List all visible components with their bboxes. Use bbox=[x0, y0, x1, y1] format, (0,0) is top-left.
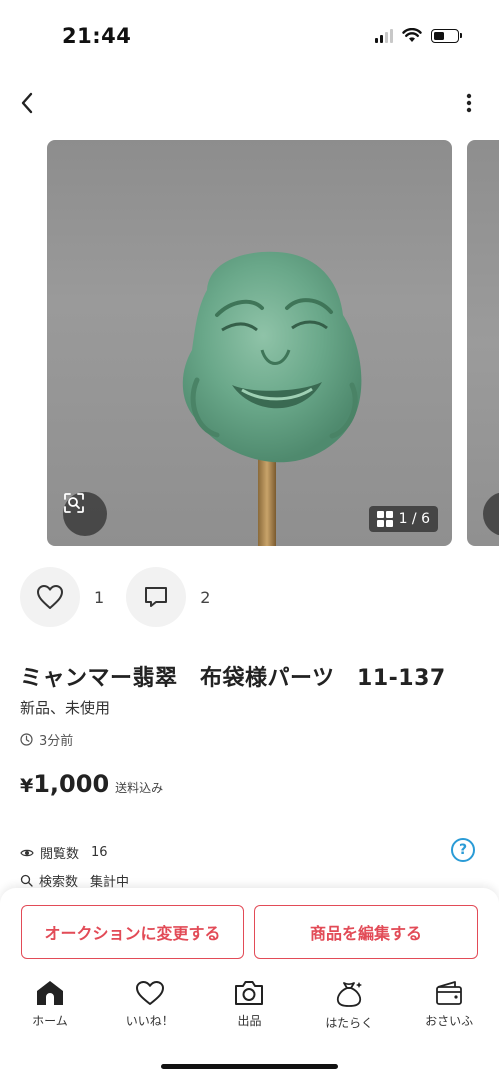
home-indicator bbox=[161, 1064, 338, 1069]
price-currency: ¥ bbox=[20, 775, 34, 797]
eye-icon bbox=[20, 849, 34, 856]
heart-icon bbox=[135, 981, 164, 1005]
cellular-signal-icon bbox=[375, 28, 393, 43]
tab-home-label: ホーム bbox=[32, 1014, 68, 1028]
product-photo[interactable]: 1 / 6 bbox=[47, 140, 452, 546]
nav-bar bbox=[0, 80, 499, 126]
views-value: 16 bbox=[91, 845, 108, 860]
change-to-auction-button[interactable]: オークションに変更する bbox=[21, 905, 244, 959]
chevron-left-icon bbox=[21, 92, 33, 114]
tab-bar: ホーム いいね！ 出品 はたらく おさいふ bbox=[0, 978, 499, 1038]
tab-sell[interactable]: 出品 bbox=[200, 978, 300, 1038]
image-counter: 1 / 6 bbox=[368, 506, 438, 532]
next-image-zoom-button bbox=[483, 492, 499, 536]
image-counter-text: 1 / 6 bbox=[398, 511, 430, 527]
price-value: 1,000 bbox=[33, 770, 110, 798]
more-vertical-icon bbox=[466, 93, 472, 113]
camera-icon bbox=[235, 981, 264, 1005]
wifi-icon bbox=[402, 28, 422, 42]
image-zoom-button[interactable] bbox=[63, 492, 107, 536]
scan-zoom-icon bbox=[64, 493, 84, 513]
next-photo-preview[interactable] bbox=[467, 140, 499, 546]
jade-buddha-image bbox=[182, 251, 362, 546]
shipping-label: 送料込み bbox=[115, 781, 164, 795]
posted-time: 3分前 bbox=[20, 730, 73, 749]
back-button[interactable] bbox=[10, 86, 44, 120]
status-time: 21:44 bbox=[62, 24, 132, 48]
comment-button[interactable] bbox=[126, 567, 187, 627]
battery-icon bbox=[431, 28, 462, 43]
question-mark-icon: ? bbox=[458, 842, 468, 858]
wallet-icon bbox=[436, 981, 462, 1005]
clock-icon bbox=[20, 733, 33, 746]
tab-work-label: はたらく bbox=[325, 1016, 374, 1030]
views-label: 閲覧数 bbox=[40, 847, 80, 862]
reactions-row: 1 2 bbox=[20, 567, 232, 627]
tab-wallet-label: おさいふ bbox=[425, 1014, 474, 1028]
product-title: ミャンマー翡翠 布袋様パーツ 11-137 bbox=[20, 666, 446, 691]
tab-sell-label: 出品 bbox=[237, 1014, 262, 1028]
like-count: 1 bbox=[94, 587, 105, 607]
help-button[interactable]: ? bbox=[451, 838, 475, 862]
more-options-button[interactable] bbox=[457, 86, 481, 120]
search-icon bbox=[20, 874, 33, 887]
posted-time-text: 3分前 bbox=[39, 734, 74, 749]
image-carousel[interactable]: 1 / 6 bbox=[0, 140, 499, 546]
views-stat: 閲覧数 16 bbox=[20, 843, 108, 862]
comment-icon bbox=[145, 587, 168, 607]
edit-item-button[interactable]: 商品を編集する bbox=[254, 905, 478, 959]
money-bag-icon bbox=[337, 982, 363, 1007]
heart-icon bbox=[37, 585, 63, 609]
tab-likes-label: いいね！ bbox=[125, 1014, 174, 1028]
like-button[interactable] bbox=[20, 567, 80, 627]
tab-wallet[interactable]: おさいふ bbox=[399, 978, 499, 1038]
price-row: ¥ 1,000 送料込み bbox=[20, 770, 163, 798]
product-condition: 新品、未使用 bbox=[20, 699, 111, 717]
grid-icon bbox=[376, 511, 393, 527]
status-bar: 21:44 bbox=[0, 0, 499, 76]
status-icons bbox=[375, 28, 462, 43]
tab-work[interactable]: はたらく bbox=[299, 978, 399, 1038]
comment-count: 2 bbox=[200, 587, 211, 607]
tab-home[interactable]: ホーム bbox=[0, 978, 100, 1038]
home-icon bbox=[36, 981, 63, 1005]
tab-likes[interactable]: いいね！ bbox=[100, 978, 200, 1038]
